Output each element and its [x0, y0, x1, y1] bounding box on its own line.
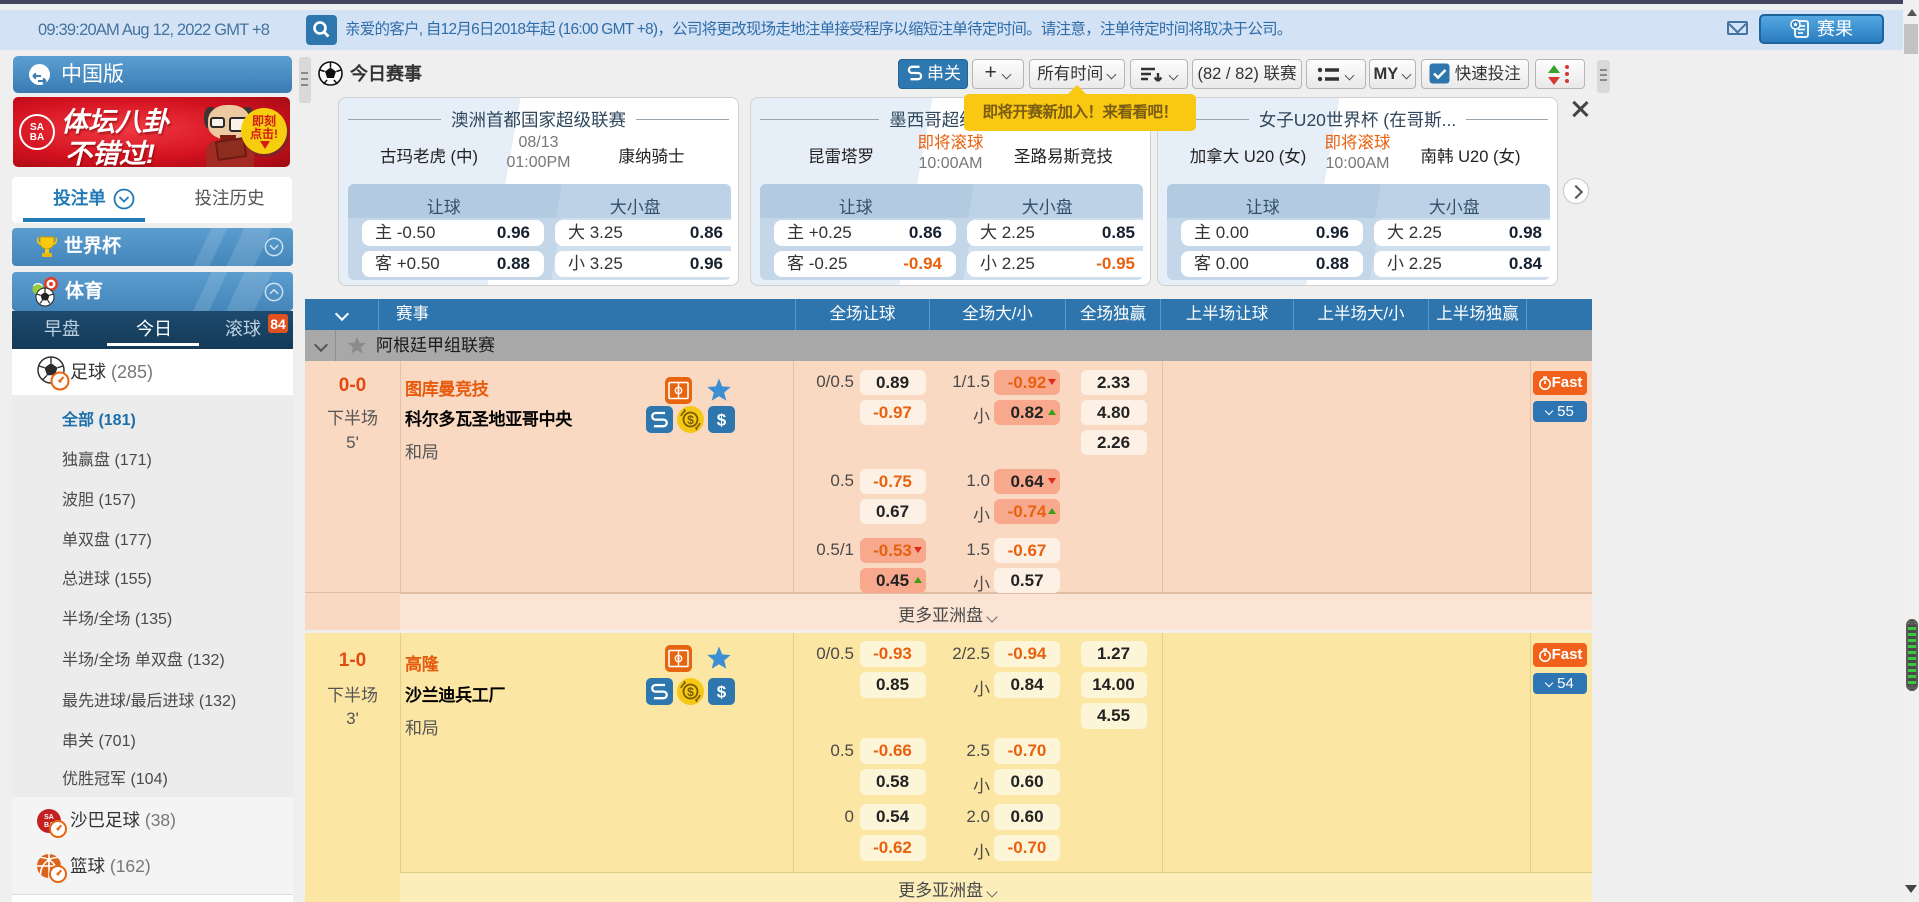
svg-text:SA: SA [44, 814, 54, 821]
svg-text:$: $ [687, 413, 694, 427]
svg-text:$: $ [687, 685, 694, 699]
svg-text:$: $ [716, 411, 726, 430]
svg-text:$: $ [716, 682, 726, 701]
